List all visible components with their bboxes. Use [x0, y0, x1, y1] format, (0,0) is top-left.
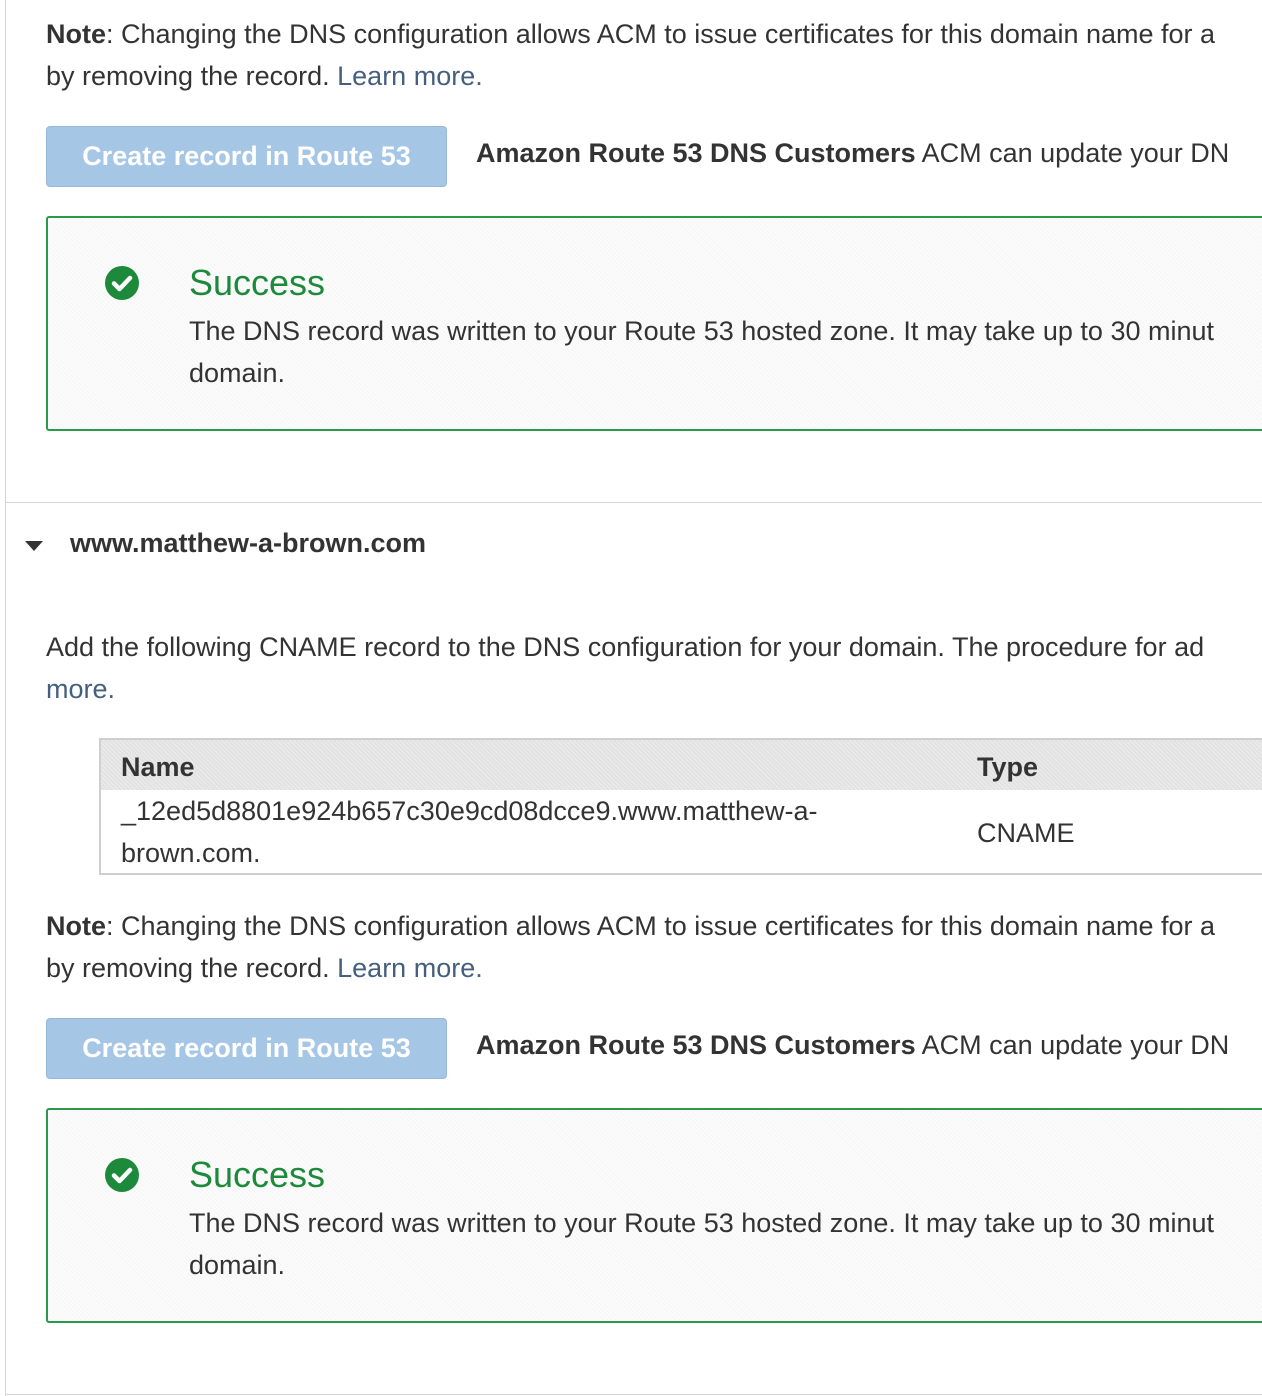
note-line1: : Changing the DNS configuration allows … — [106, 19, 1216, 49]
learn-more-link[interactable]: Learn more. — [337, 61, 483, 91]
note-line2: by removing the record. — [46, 61, 338, 91]
cname-instructions: Add the following CNAME record to the DN… — [46, 626, 1204, 710]
success-title: Success — [189, 262, 326, 303]
success-alert: Success The DNS record was written to yo… — [46, 216, 1262, 431]
route53-customers-desc: ACM can update your DN — [915, 1030, 1230, 1060]
note-text: Note: Changing the DNS configuration all… — [46, 905, 1215, 947]
success-title: Success — [189, 1154, 326, 1195]
learn-more-link[interactable]: more. — [46, 674, 115, 704]
create-record-button[interactable]: Create record in Route 53 — [46, 1018, 447, 1079]
record-name-cell: _12ed5d8801e924b657c30e9cd08dcce9.www.ma… — [121, 790, 818, 874]
note-text-line2: by removing the record. Learn more. — [46, 55, 483, 97]
success-message: The DNS record was written to your Route… — [189, 1202, 1214, 1286]
note-label: Note — [46, 911, 106, 941]
route53-customers-text: Amazon Route 53 DNS Customers ACM can up… — [476, 138, 1229, 169]
column-header-name: Name — [121, 752, 195, 782]
note-line2: by removing the record. — [46, 953, 338, 983]
success-message-line2: domain. — [189, 1250, 286, 1280]
route53-customers-text: Amazon Route 53 DNS Customers ACM can up… — [476, 1030, 1229, 1061]
note-text-line2: by removing the record. Learn more. — [46, 947, 483, 989]
table-header: Name Type — [101, 740, 1262, 790]
section-divider — [5, 502, 1262, 503]
record-name-line1: _12ed5d8801e924b657c30e9cd08dcce9.www.ma… — [121, 796, 818, 826]
note-line1: : Changing the DNS configuration allows … — [106, 911, 1216, 941]
route53-customers-label: Amazon Route 53 DNS Customers — [476, 1030, 916, 1060]
record-type-cell: CNAME — [977, 818, 1075, 848]
section-divider — [5, 1394, 1262, 1395]
cname-instructions-line1: Add the following CNAME record to the DN… — [46, 632, 1205, 662]
success-message-line2: domain. — [189, 358, 286, 388]
success-message: The DNS record was written to your Route… — [189, 310, 1214, 394]
success-message-line1: The DNS record was written to your Route… — [189, 316, 1215, 346]
check-circle-icon — [105, 1158, 139, 1192]
create-record-button[interactable]: Create record in Route 53 — [46, 126, 447, 187]
success-message-line1: The DNS record was written to your Route… — [189, 1208, 1215, 1238]
column-header-type: Type — [977, 752, 1039, 782]
check-circle-icon — [105, 266, 139, 300]
learn-more-link[interactable]: Learn more. — [337, 953, 483, 983]
domain-name-header[interactable]: www.matthew-a-brown.com — [70, 528, 426, 559]
note-text: Note: Changing the DNS configuration all… — [46, 13, 1215, 55]
route53-customers-label: Amazon Route 53 DNS Customers — [476, 138, 916, 168]
route53-customers-desc: ACM can update your DN — [915, 138, 1230, 168]
caret-down-icon[interactable] — [25, 541, 43, 551]
note-label: Note — [46, 19, 106, 49]
cname-record-table: Name Type _12ed5d8801e924b657c30e9cd08dc… — [99, 738, 1262, 875]
success-alert: Success The DNS record was written to yo… — [46, 1108, 1262, 1323]
record-name-line2: brown.com. — [121, 838, 261, 868]
